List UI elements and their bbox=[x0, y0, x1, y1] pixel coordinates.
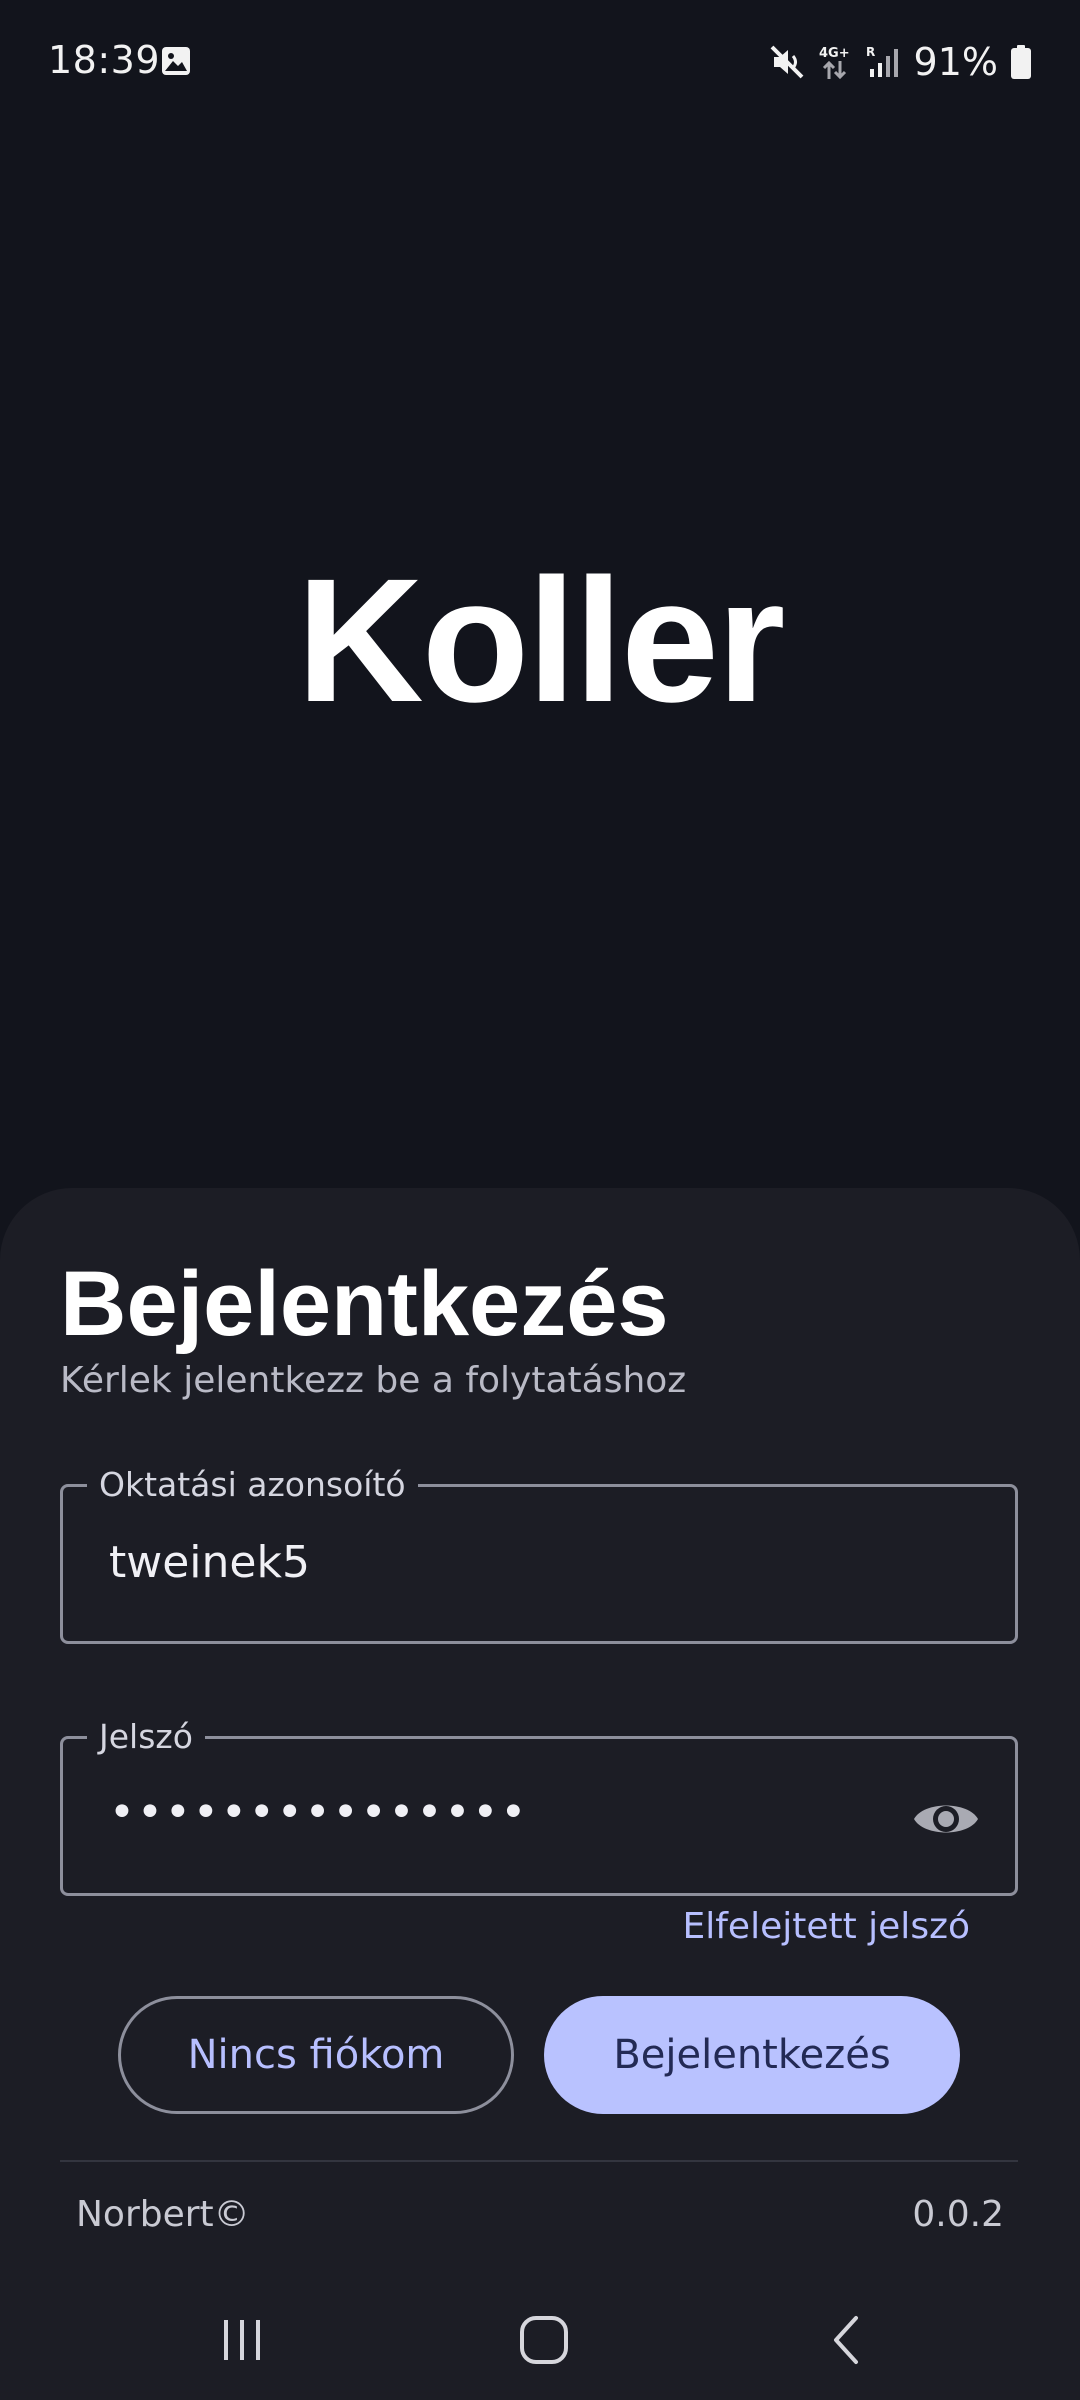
password-label: Jelszó bbox=[87, 1715, 205, 1759]
education-id-field[interactable]: Oktatási azonsoító tweinek5 bbox=[60, 1463, 1018, 1644]
status-bar: 18:39 4G+ R 91% bbox=[0, 0, 1080, 124]
home-icon bbox=[520, 2316, 568, 2364]
gallery-icon bbox=[162, 47, 190, 75]
svg-text:R: R bbox=[866, 45, 875, 59]
app-version: 0.0.2 bbox=[912, 2194, 1004, 2235]
password-value: ••••••••••••••• bbox=[109, 1787, 529, 1838]
svg-text:4G+: 4G+ bbox=[819, 46, 850, 61]
home-button[interactable] bbox=[504, 2300, 584, 2380]
recents-button[interactable] bbox=[202, 2300, 282, 2380]
recents-icon bbox=[224, 2320, 260, 2360]
forgot-password-link[interactable]: Elfelejtett jelszó bbox=[683, 1906, 971, 1947]
battery-percent: 91% bbox=[913, 40, 998, 84]
footer-divider bbox=[60, 2160, 1018, 2162]
footer-author: Norbert© bbox=[76, 2194, 250, 2235]
login-heading: Bejelentkezés bbox=[60, 1253, 669, 1355]
password-visibility-toggle[interactable] bbox=[911, 1784, 981, 1854]
back-button[interactable] bbox=[808, 2300, 888, 2380]
signal-icon: R bbox=[866, 45, 898, 77]
status-time: 18:39 bbox=[48, 38, 161, 82]
app-title: Koller bbox=[296, 543, 786, 739]
navigation-bar bbox=[0, 2280, 1080, 2400]
password-field[interactable]: Jelszó ••••••••••••••• bbox=[60, 1715, 1018, 1896]
login-button[interactable]: Bejelentkezés bbox=[544, 1996, 960, 2114]
mute-icon bbox=[770, 45, 803, 79]
education-id-value: tweinek5 bbox=[109, 1537, 310, 1588]
login-sheet: Bejelentkezés Kérlek jelentkezz be a fol… bbox=[0, 1188, 1080, 2400]
status-icons: 4G+ R 91% bbox=[768, 38, 1032, 86]
4g-data-icon: 4G+ bbox=[819, 46, 850, 80]
eye-icon bbox=[914, 1805, 978, 1833]
education-id-label: Oktatási azonsoító bbox=[87, 1463, 418, 1507]
battery-icon bbox=[1011, 45, 1031, 79]
login-subtitle: Kérlek jelentkezz be a folytatáshoz bbox=[60, 1360, 687, 1401]
no-account-button[interactable]: Nincs fiókom bbox=[118, 1996, 514, 2114]
back-icon bbox=[834, 2316, 858, 2364]
